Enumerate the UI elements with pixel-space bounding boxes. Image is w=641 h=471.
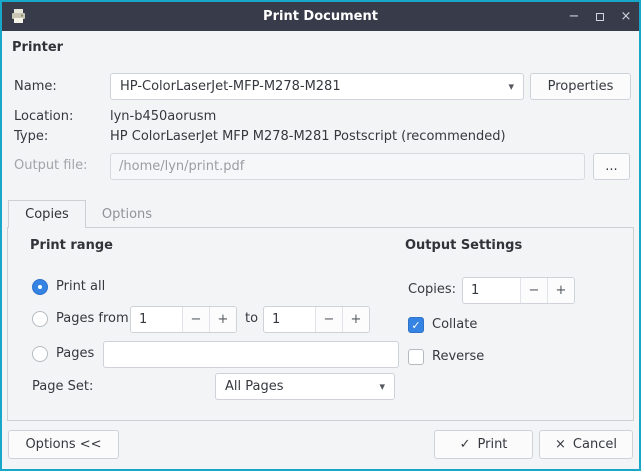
name-label: Name: [14,79,57,95]
page-set-combobox[interactable]: All Pages ▾ [215,373,395,400]
reverse-label[interactable]: Reverse [432,349,484,365]
location-value: lyn-b450aorusm [110,109,216,125]
pages-to-label: to [245,311,258,327]
pages-from-plus-button[interactable]: + [209,307,236,332]
output-settings-heading: Output Settings [405,238,522,254]
copies-value[interactable]: 1 [463,278,520,303]
chevron-down-icon: ▾ [379,380,385,393]
tab-options[interactable]: Options [86,200,168,228]
pages-to-plus-button[interactable]: + [342,307,369,332]
minimize-button[interactable]: − [565,8,583,26]
cancel-button-label: Cancel [573,437,617,452]
check-icon: ✓ [411,319,420,332]
printer-section-heading: Printer [12,40,63,56]
collate-label[interactable]: Collate [432,317,477,333]
type-value: HP ColorLaserJet MFP M278-M281 Postscrip… [110,129,506,145]
location-label: Location: [14,109,73,125]
titlebar[interactable]: Print Document − × [2,2,639,31]
print-all-label[interactable]: Print all [56,279,105,295]
output-file-label: Output file: [14,158,87,174]
cancel-button[interactable]: × Cancel [539,430,633,459]
print-button[interactable]: ✓ Print [434,430,533,459]
check-icon: ✓ [460,437,471,452]
pages-to-minus-button[interactable]: − [315,307,342,332]
copies-minus-button[interactable]: − [520,278,547,303]
page-set-label: Page Set: [32,379,93,395]
printer-name-value: HP-ColorLaserJet-MFP-M278-M281 [120,79,341,94]
chevron-down-icon: ▾ [508,80,514,93]
maximize-icon [596,13,604,21]
copies-plus-button[interactable]: + [547,278,574,303]
reverse-checkbox[interactable] [408,349,424,365]
pages-from-minus-button[interactable]: − [182,307,209,332]
maximize-button[interactable] [591,8,609,26]
page-set-value: All Pages [225,379,284,394]
pages-from-spinbox: 1 − + [130,306,237,333]
close-icon: × [555,437,566,452]
pages-label[interactable]: Pages [56,346,94,362]
pages-from-value[interactable]: 1 [131,307,182,332]
properties-button[interactable]: Properties [530,73,631,100]
print-dialog-window: Print Document − × Printer Name: HP-Colo… [0,0,641,471]
window-title: Print Document [2,2,639,31]
pages-input[interactable] [103,341,399,368]
pages-to-value[interactable]: 1 [264,307,315,332]
pages-radio[interactable] [32,346,48,362]
copies-label: Copies: [408,282,456,298]
printer-name-combobox[interactable]: HP-ColorLaserJet-MFP-M278-M281 ▾ [110,73,524,100]
tab-copies[interactable]: Copies [8,200,86,228]
close-icon: × [621,9,632,24]
minimize-icon: − [569,9,580,24]
collate-checkbox[interactable]: ✓ [408,317,424,333]
browse-button[interactable]: ... [593,153,630,180]
type-label: Type: [14,129,48,145]
options-toggle-button[interactable]: Options << [8,430,119,459]
print-range-heading: Print range [30,238,113,254]
pages-from-radio[interactable] [32,311,48,327]
pages-from-label[interactable]: Pages from [56,311,129,327]
copies-spinbox: 1 − + [462,277,575,304]
close-button[interactable]: × [617,8,635,26]
print-all-radio[interactable] [32,279,48,295]
print-button-label: Print [478,437,508,452]
pages-to-spinbox: 1 − + [263,306,370,333]
output-file-input [110,153,585,180]
